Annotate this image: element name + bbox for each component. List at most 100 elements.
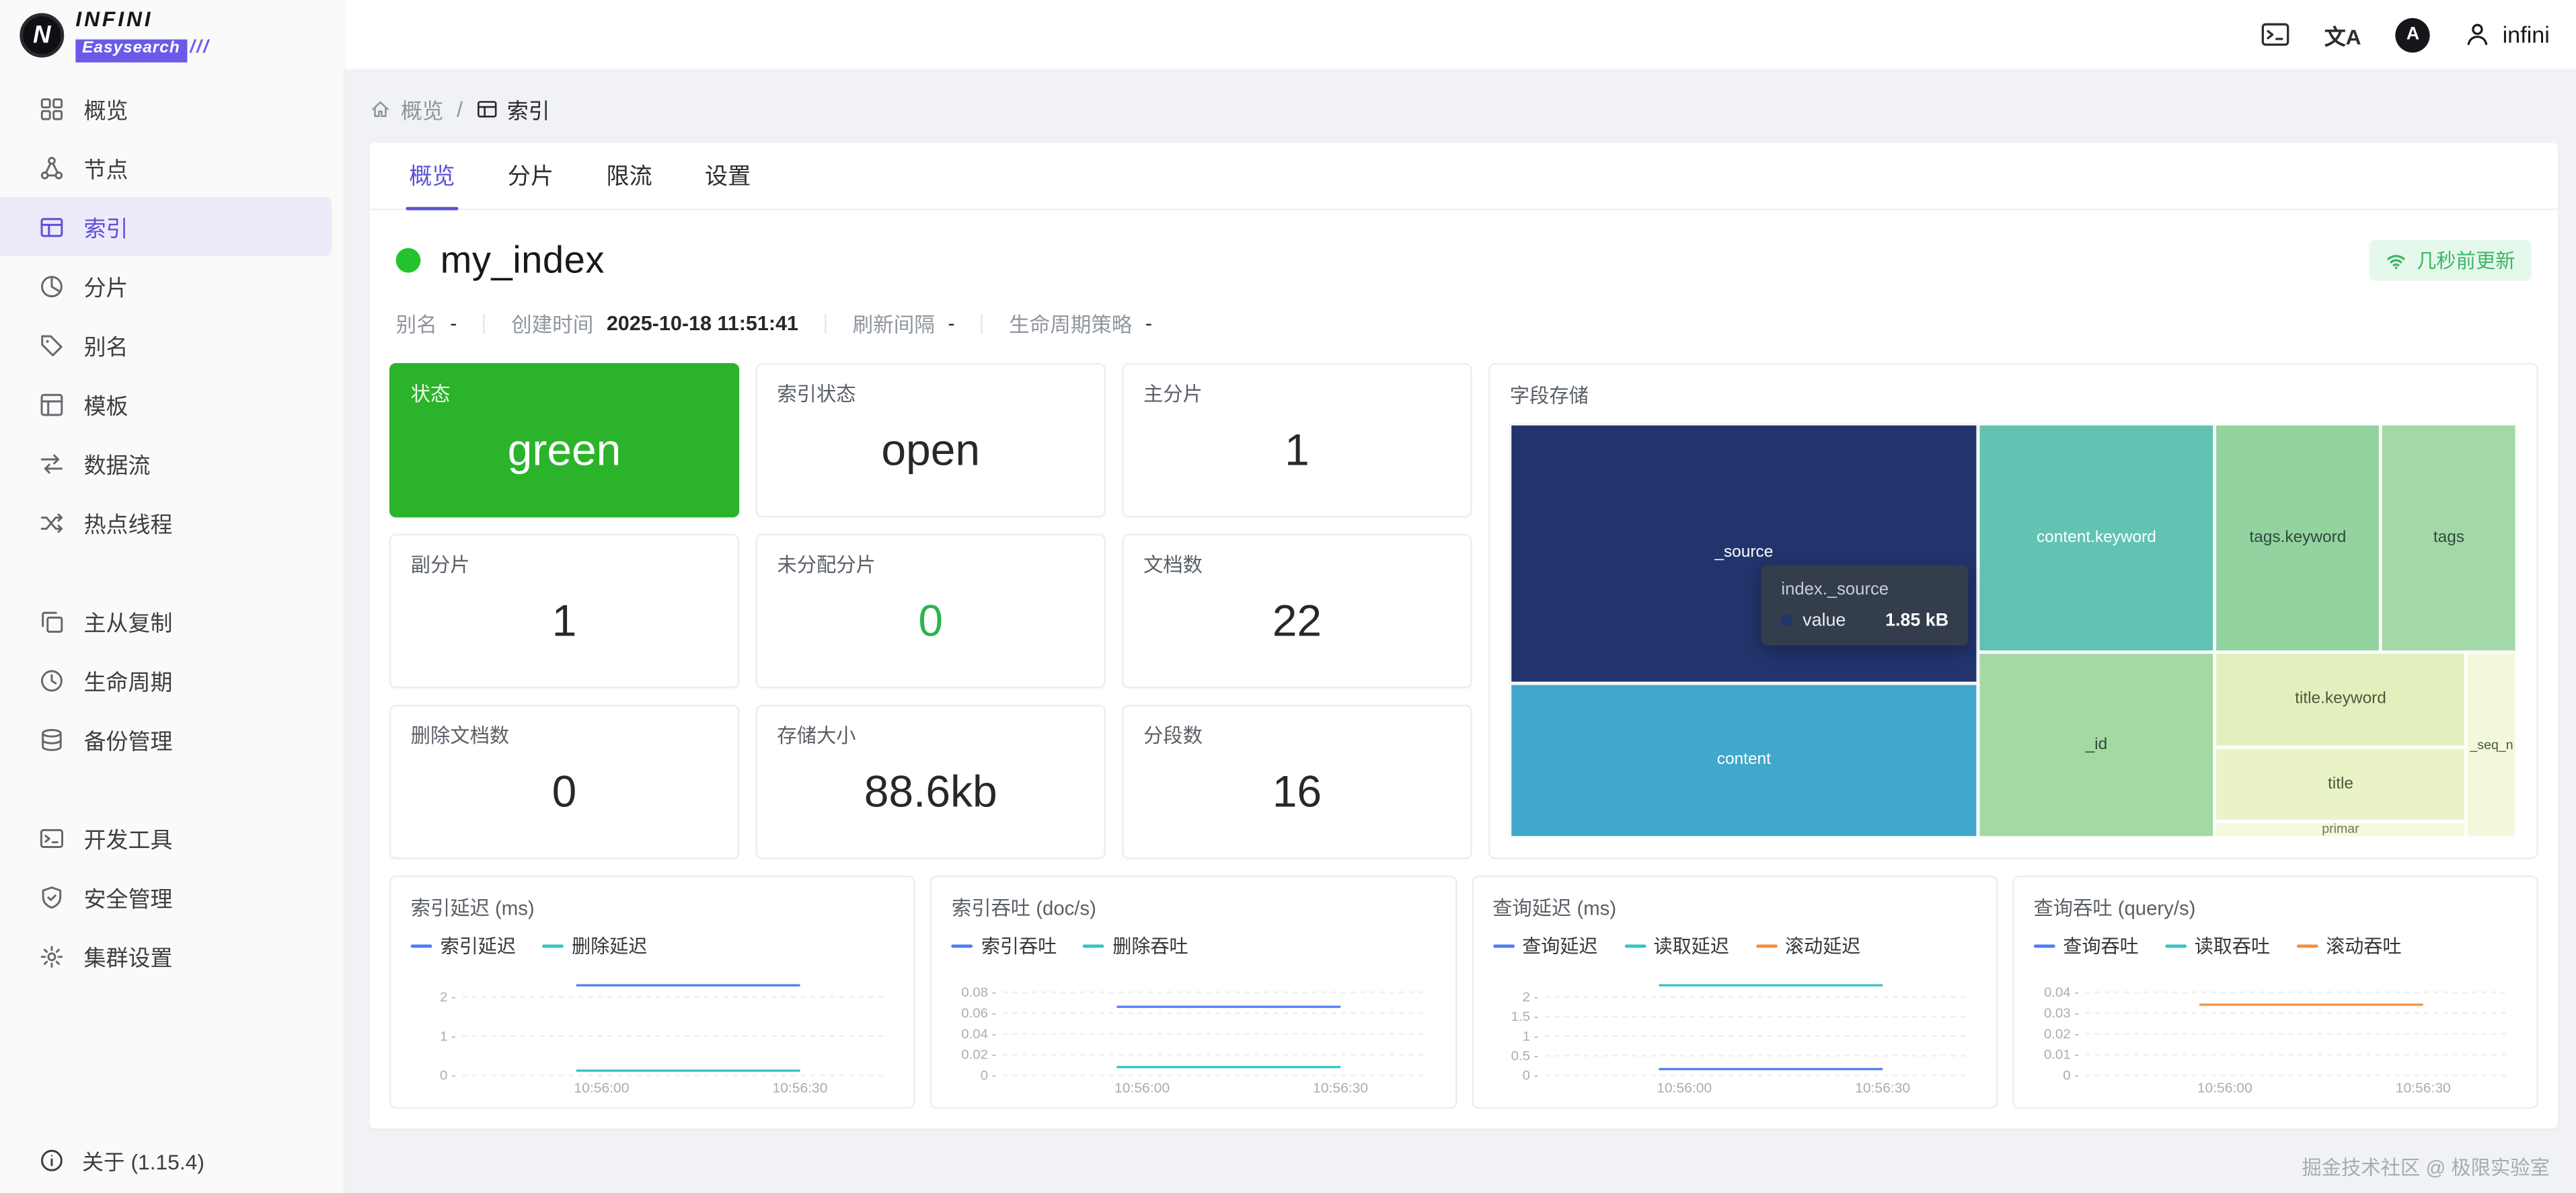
sidebar-item-indices[interactable]: 索引 — [0, 197, 332, 256]
sidebar-item-label: 分片 — [84, 270, 128, 303]
theme-button[interactable]: A — [2396, 17, 2430, 52]
chart-title: 查询延迟 (ms) — [1492, 894, 1976, 922]
meta-divider — [981, 313, 983, 332]
legend-item[interactable]: 删除延迟 — [542, 933, 647, 959]
legend-label: 滚动延迟 — [1785, 933, 1860, 959]
chart-title: 索引延迟 (ms) — [411, 894, 895, 922]
sidebar-item-replication[interactable]: 主从复制 — [0, 591, 332, 650]
svg-text:1 -: 1 - — [440, 1030, 456, 1044]
meta-alias: 别名- — [396, 307, 457, 338]
breadcrumb-home[interactable]: 概览 — [370, 93, 444, 124]
stat-card-primary-shards: 主分片1 — [1122, 363, 1472, 518]
treemap-tooltip: index._source value 1.85 kB — [1761, 564, 1968, 645]
legend-label: 查询吞吐 — [2063, 933, 2138, 959]
treemap-node[interactable]: _seq_n — [2466, 652, 2517, 838]
index-detail-panel: 概览 分片 限流 设置 my_index 几秒前更新 别名- 创建时间 — [370, 143, 2559, 1129]
sidebar: 概览 节点 索引 分片 别名 模板 数据流 热点线程 主从复制 生命周期 备份管… — [0, 69, 345, 1193]
treemap-node[interactable]: tags — [2381, 424, 2517, 652]
svg-text:2 -: 2 - — [440, 990, 456, 1005]
legend-item[interactable]: 滚动延迟 — [1755, 933, 1860, 959]
treemap-node[interactable]: _id — [1978, 652, 2215, 838]
svg-text:1.5 -: 1.5 - — [1510, 1009, 1538, 1024]
language-button[interactable]: 文A — [2324, 19, 2361, 50]
sidebar-item-backup[interactable]: 备份管理 — [0, 709, 332, 769]
chart-legend: 索引延迟 删除延迟 — [411, 933, 895, 959]
sidebar-item-devtools[interactable]: 开发工具 — [0, 808, 332, 868]
chart-card-index-latency: 索引延迟 (ms) 索引延迟 删除延迟 0 -1 -2 -10:56:0010:… — [389, 876, 915, 1109]
watermark: 掘金技术社区 @ 极限实验室 — [2302, 1154, 2549, 1182]
svg-text:0.06 -: 0.06 - — [962, 1006, 997, 1021]
legend-item[interactable]: 读取吞吐 — [2165, 933, 2270, 959]
brand-logo[interactable]: N INFINI Easysearch/// — [0, 0, 345, 69]
legend-marker-icon — [2165, 944, 2187, 948]
sidebar-item-nodes[interactable]: 节点 — [0, 138, 332, 197]
logo-mark-icon: N — [20, 12, 64, 56]
sidebar-item-label: 概览 — [84, 92, 128, 125]
legend-item[interactable]: 查询吞吐 — [2033, 933, 2138, 959]
sidebar-item-shards[interactable]: 分片 — [0, 256, 332, 315]
about-version[interactable]: 关于 (1.15.4) — [0, 1145, 204, 1176]
treemap-node[interactable]: tags.keyword — [2215, 424, 2381, 652]
breadcrumb-current[interactable]: 索引 — [476, 93, 550, 124]
user-menu[interactable]: infini — [2464, 22, 2550, 48]
sidebar-item-templates[interactable]: 模板 — [0, 375, 332, 434]
sidebar-item-label: 开发工具 — [84, 821, 173, 854]
legend-item[interactable]: 查询延迟 — [1492, 933, 1597, 959]
legend-item[interactable]: 滚动吞吐 — [2296, 933, 2401, 959]
console-button[interactable] — [2261, 20, 2290, 49]
sidebar-item-overview[interactable]: 概览 — [0, 79, 332, 138]
chart-card-query-latency: 查询延迟 (ms) 查询延迟 读取延迟 滚动延迟 0 -0.5 -1 -1.5 … — [1471, 876, 1997, 1109]
legend-label: 索引吞吐 — [981, 933, 1057, 959]
legend-item[interactable]: 索引延迟 — [411, 933, 516, 959]
sidebar-item-datastreams[interactable]: 数据流 — [0, 434, 332, 493]
tab-settings[interactable]: 设置 — [679, 143, 778, 209]
sidebar-item-security[interactable]: 安全管理 — [0, 868, 332, 927]
chart-legend: 查询延迟 读取延迟 滚动延迟 — [1492, 933, 1976, 959]
legend-marker-icon — [1755, 944, 1777, 948]
chart-title: 查询吞吐 (query/s) — [2033, 894, 2517, 922]
terminal-icon — [2261, 20, 2290, 49]
breadcrumb-separator: / — [457, 96, 463, 121]
legend-marker-icon — [411, 944, 432, 948]
breadcrumb-home-label: 概览 — [401, 93, 444, 124]
health-dot-icon — [396, 248, 421, 273]
sidebar-item-label: 数据流 — [84, 447, 151, 479]
legend-item[interactable]: 读取延迟 — [1624, 933, 1729, 959]
treemap-node[interactable]: title — [2215, 746, 2466, 821]
line-chart-index-latency: 0 -1 -2 -10:56:0010:56:30 — [411, 962, 895, 1097]
treemap-node[interactable]: title.keyword — [2215, 652, 2466, 747]
legend-item[interactable]: 索引吞吐 — [952, 933, 1057, 959]
svg-text:0.02 -: 0.02 - — [2043, 1027, 2078, 1042]
template-icon — [40, 392, 65, 417]
legend-label: 读取吞吐 — [2195, 933, 2270, 959]
treemap-node[interactable]: primar — [2215, 821, 2466, 838]
security-icon — [40, 884, 65, 909]
svg-text:0 -: 0 - — [440, 1069, 456, 1083]
tab-overview[interactable]: 概览 — [383, 143, 482, 209]
legend-item[interactable]: 删除吞吐 — [1083, 933, 1188, 959]
main-content: 概览 / 索引 概览 分片 限流 设置 my_index — [345, 69, 2576, 1193]
treemap-node[interactable]: content.keyword — [1978, 424, 2215, 652]
svg-text:10:56:30: 10:56:30 — [2395, 1081, 2450, 1096]
field-storage-treemap-card: 字段存储 _seq_nprimartitletitle.keyword_idta… — [1488, 363, 2538, 859]
svg-text:0 -: 0 - — [981, 1069, 997, 1083]
nodes-icon — [40, 155, 65, 180]
svg-text:10:56:30: 10:56:30 — [1854, 1081, 1909, 1096]
treemap-node[interactable]: content — [1510, 683, 1978, 838]
sidebar-item-cluster-settings[interactable]: 集群设置 — [0, 927, 332, 986]
svg-text:0 -: 0 - — [1521, 1069, 1538, 1083]
svg-text:0.03 -: 0.03 - — [2043, 1006, 2078, 1021]
tab-shards[interactable]: 分片 — [482, 143, 580, 209]
tab-throttling[interactable]: 限流 — [580, 143, 679, 209]
sidebar-item-label: 安全管理 — [84, 880, 173, 913]
meta-divider — [484, 313, 485, 332]
svg-text:0.08 -: 0.08 - — [962, 985, 997, 1000]
legend-label: 删除吞吐 — [1112, 933, 1188, 959]
translate-icon: 文A — [2324, 19, 2361, 50]
sidebar-item-lifecycle[interactable]: 生命周期 — [0, 650, 332, 709]
breadcrumb: 概览 / 索引 — [370, 89, 2559, 128]
meta-refresh-interval: 刷新间隔- — [853, 307, 955, 338]
treemap-plot: _seq_nprimartitletitle.keyword_id tagstag… — [1510, 424, 2517, 838]
sidebar-item-hot-threads[interactable]: 热点线程 — [0, 493, 332, 552]
sidebar-item-aliases[interactable]: 别名 — [0, 315, 332, 375]
